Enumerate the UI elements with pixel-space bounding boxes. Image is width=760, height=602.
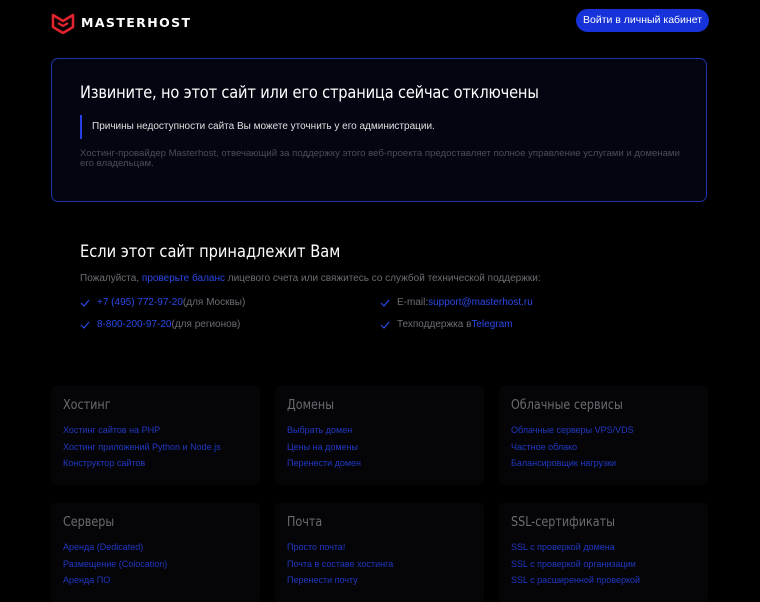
card-link[interactable]: Цены на домены [287,442,358,452]
card-link[interactable]: Облачные серверы VPS/VDS [511,425,634,435]
logo-text: MASTERHOST [81,14,192,30]
notice-panel: Извините, но этот сайт или его страница … [51,58,707,202]
card-link[interactable]: SSL с проверкой домена [511,542,615,552]
card-link[interactable]: Хостинг сайтов на PHP [63,425,160,435]
contact-moscow: +7 (495) 772-97-20 (для Москвы) [80,297,245,308]
card-link[interactable]: SSL с расширенной проверкой [511,575,640,585]
card-link[interactable]: Конструктор сайтов [63,458,145,468]
masterhost-logo-icon [51,13,75,34]
support-label: Техподдержка в [397,319,472,330]
card-link[interactable]: Хостинг приложений Python и Node.js [63,442,221,452]
telegram-link[interactable]: Telegram [471,319,512,330]
check-balance-link[interactable]: проверьте баланс [142,273,225,284]
card-link[interactable]: Перенести домен [287,458,361,468]
header: MASTERHOST Войти в личный кабинет [0,0,760,44]
card-link[interactable]: Аренда (Dedicated) [63,542,143,552]
check-icon [380,299,390,307]
contact-email: E-mail: support@masterhost.ru [380,297,533,308]
notice-quote: Причины недоступности сайта Вы можете ут… [80,115,435,139]
card-link[interactable]: SSL с проверкой организации [511,559,636,569]
owner-text-start: Пожалуйста, [80,273,142,284]
card-ssl: SSL-сертификаты SSL с проверкой домена S… [499,503,708,602]
moscow-note: (для Москвы) [182,297,246,308]
card-title: Облачные сервисы [511,398,623,413]
card-title: Домены [287,398,335,413]
email-label: E-mail: [397,297,429,308]
login-button[interactable]: Войти в личный кабинет [576,9,709,32]
card-link[interactable]: Частное облако [511,442,577,452]
owner-title: Если этот сайт принадлежит Вам [80,242,341,262]
card-title: Хостинг [63,398,111,413]
card-link[interactable]: Аренда ПО [63,575,110,585]
notice-text: Хостинг-провайдер Masterhost, отвечающий… [80,148,680,169]
card-title: Почта [287,515,323,530]
owner-text-end: лицевого счета или свяжитесь со службой … [224,273,541,284]
contact-telegram: Техподдержка в Telegram [380,319,513,330]
check-icon [380,321,390,329]
card-link[interactable]: Выбрать домен [287,425,352,435]
regions-phone-link[interactable]: 8-800-200-97-20 [97,319,172,330]
card-mail: Почта Просто почта! Почта в составе хост… [275,503,484,602]
card-title: SSL-сертификаты [511,515,615,530]
check-icon [80,321,90,329]
owner-text: Пожалуйста, проверьте баланс лицевого сч… [80,273,541,284]
card-domains: Домены Выбрать домен Цены на домены Пере… [275,386,484,485]
regions-note: (для регионов) [171,319,241,330]
card-link[interactable]: Почта в составе хостинга [287,559,393,569]
card-link[interactable]: Размещение (Colocation) [63,559,167,569]
logo[interactable]: MASTERHOST [51,10,191,34]
card-link[interactable]: Балансировщик нагрузки [511,458,616,468]
notice-title: Извините, но этот сайт или его страница … [80,83,539,103]
card-hosting: Хостинг Хостинг сайтов на PHP Хостинг пр… [51,386,260,485]
card-title: Серверы [63,515,115,530]
check-icon [80,299,90,307]
email-link[interactable]: support@masterhost.ru [428,297,533,308]
card-link[interactable]: Просто почта! [287,542,345,552]
moscow-phone-link[interactable]: +7 (495) 772-97-20 [97,297,183,308]
card-cloud: Облачные сервисы Облачные серверы VPS/VD… [499,386,708,485]
contact-regions: 8-800-200-97-20 (для регионов) [80,319,240,330]
card-servers: Серверы Аренда (Dedicated) Размещение (C… [51,503,260,602]
card-link[interactable]: Перенести почту [287,575,358,585]
